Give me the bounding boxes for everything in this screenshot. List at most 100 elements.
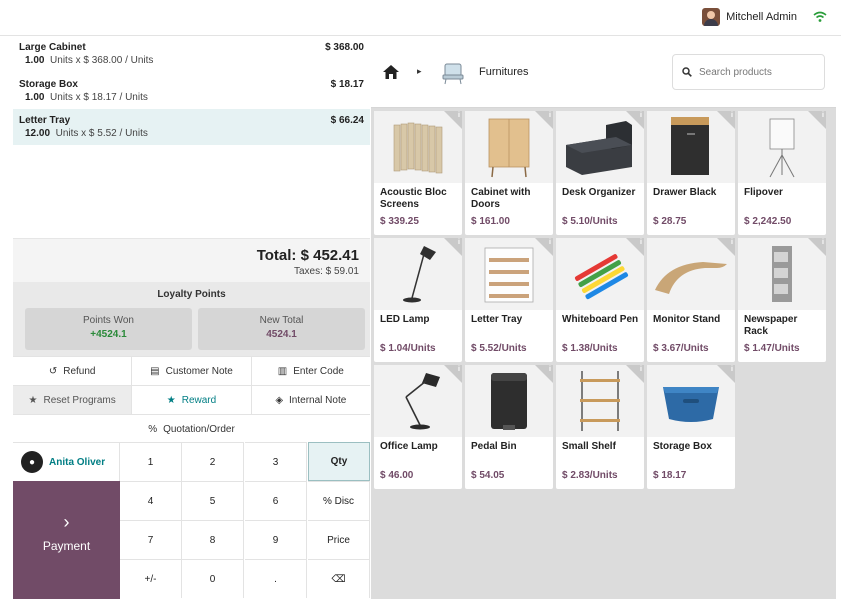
- numpad-key-backspace[interactable]: ⌫: [308, 559, 370, 598]
- info-icon[interactable]: i: [458, 366, 460, 373]
- numpad-key-disc[interactable]: % Disc: [308, 481, 370, 520]
- numpad-key-decimal[interactable]: .: [245, 559, 307, 598]
- search-box[interactable]: [672, 54, 825, 90]
- product-card[interactable]: i Small Shelf $ 2.83/Units: [556, 365, 644, 489]
- info-icon[interactable]: i: [458, 239, 460, 246]
- numpad-key-9[interactable]: 9: [245, 520, 307, 559]
- line-price: $ 368.00: [325, 42, 364, 53]
- product-card[interactable]: i Acoustic Bloc Screens $ 339.25: [374, 111, 462, 235]
- numpad-key-6[interactable]: 6: [245, 481, 307, 520]
- product-card[interactable]: i Pedal Bin $ 54.05: [465, 365, 553, 489]
- points-won-label: Points Won: [83, 315, 134, 326]
- search-input[interactable]: [699, 66, 809, 78]
- info-icon[interactable]: i: [640, 239, 642, 246]
- product-card[interactable]: i Whiteboard Pen $ 1.38/Units: [556, 238, 644, 362]
- product-price: $ 54.05: [471, 470, 505, 481]
- order-line[interactable]: Large Cabinet $ 368.00 1.00 Units x $ 36…: [13, 36, 370, 72]
- product-name: Storage Box: [653, 441, 712, 452]
- order-line[interactable]: Storage Box $ 18.17 1.00 Units x $ 18.17…: [13, 73, 370, 109]
- info-icon[interactable]: i: [549, 239, 551, 246]
- new-total-value: 4524.1: [266, 329, 297, 340]
- new-total-box: New Total 4524.1: [198, 308, 365, 350]
- product-price: $ 46.00: [380, 470, 414, 481]
- line-unit-detail: Units x $ 368.00 / Units: [50, 55, 154, 66]
- numpad-key-4[interactable]: 4: [120, 481, 182, 520]
- numpad-key-1[interactable]: 1: [120, 442, 182, 481]
- enter-code-button[interactable]: ▥ Enter Code: [251, 357, 370, 385]
- user-menu[interactable]: Mitchell Admin: [702, 8, 827, 26]
- product-card[interactable]: i Cabinet with Doors $ 161.00: [465, 111, 553, 235]
- category-name[interactable]: Furnitures: [479, 66, 529, 78]
- user-avatar: [702, 8, 721, 26]
- numpad-key-qty[interactable]: Qty: [308, 442, 370, 481]
- numpad-key-5[interactable]: 5: [182, 481, 244, 520]
- home-icon[interactable]: [382, 64, 400, 80]
- reset-programs-button[interactable]: ★ Reset Programs: [13, 386, 133, 414]
- wifi-icon: [813, 11, 827, 22]
- info-icon[interactable]: i: [640, 366, 642, 373]
- line-qty: 1.00: [25, 55, 45, 66]
- info-icon[interactable]: i: [822, 239, 824, 246]
- product-card[interactable]: i Storage Box $ 18.17: [647, 365, 735, 489]
- numpad-key-7[interactable]: 7: [120, 520, 182, 559]
- enter-code-label: Enter Code: [293, 365, 344, 377]
- percent-icon: %: [148, 423, 158, 435]
- customer-note-button[interactable]: ▤ Customer Note: [132, 357, 252, 385]
- line-product-name: Letter Tray: [19, 115, 71, 126]
- payment-label: Payment: [42, 539, 91, 553]
- numpad-key-3[interactable]: 3: [245, 442, 307, 481]
- order-line-selected[interactable]: Letter Tray $ 66.24 12.00 Units x $ 5.52…: [13, 109, 370, 145]
- product-card[interactable]: i Monitor Stand $ 3.67/Units: [647, 238, 735, 362]
- product-price: $ 1.04/Units: [380, 343, 436, 354]
- info-icon[interactable]: i: [822, 112, 824, 119]
- product-card[interactable]: i Desk Organizer $ 5.10/Units: [556, 111, 644, 235]
- product-card[interactable]: i Flipover $ 2,242.50: [738, 111, 826, 235]
- product-card[interactable]: i Drawer Black $ 28.75: [647, 111, 735, 235]
- product-name: Small Shelf: [562, 441, 616, 452]
- user-icon: ●: [21, 451, 43, 473]
- control-row-3: % Quotation/Order: [13, 414, 370, 443]
- product-price: $ 1.47/Units: [744, 343, 800, 354]
- info-icon[interactable]: i: [731, 366, 733, 373]
- internal-note-button[interactable]: ◈ Internal Note: [251, 386, 370, 414]
- product-name: LED Lamp: [380, 314, 430, 325]
- line-unit-detail: Units x $ 18.17 / Units: [50, 92, 148, 103]
- info-icon[interactable]: i: [458, 112, 460, 119]
- reward-label: Reward: [181, 394, 217, 406]
- product-price: $ 3.67/Units: [653, 343, 709, 354]
- info-icon[interactable]: i: [549, 366, 551, 373]
- info-icon[interactable]: i: [731, 112, 733, 119]
- product-name: Drawer Black: [653, 187, 717, 198]
- line-unit-detail: Units x $ 5.52 / Units: [55, 128, 148, 139]
- product-card[interactable]: i Newspaper Rack $ 1.47/Units: [738, 238, 826, 362]
- product-name: Cabinet with Doors: [471, 187, 531, 210]
- info-icon[interactable]: i: [640, 112, 642, 119]
- numpad-key-price[interactable]: Price: [308, 520, 370, 559]
- product-price: $ 339.25: [380, 216, 419, 227]
- numpad-key-plus-minus[interactable]: +/-: [120, 559, 182, 598]
- star-icon: ★: [28, 394, 38, 406]
- user-name: Mitchell Admin: [726, 11, 797, 23]
- control-row-1: ↺ Refund ▤ Customer Note ▥ Enter Code: [13, 356, 370, 385]
- payment-button[interactable]: › Payment: [13, 481, 120, 599]
- customer-button[interactable]: ● Anita Oliver: [13, 442, 120, 481]
- product-card[interactable]: i LED Lamp $ 1.04/Units: [374, 238, 462, 362]
- order-total: Total: $ 452.41: [256, 247, 359, 264]
- points-won-value: +4524.1: [90, 329, 127, 340]
- line-detail: 12.00 Units x $ 5.52 / Units: [25, 128, 364, 139]
- info-icon[interactable]: i: [731, 239, 733, 246]
- product-price: $ 2.83/Units: [562, 470, 618, 481]
- refund-button[interactable]: ↺ Refund: [13, 357, 133, 385]
- numpad-key-2[interactable]: 2: [182, 442, 244, 481]
- product-price: $ 1.38/Units: [562, 343, 618, 354]
- product-card[interactable]: i Letter Tray $ 5.52/Units: [465, 238, 553, 362]
- chevron-right-icon: ▸: [417, 66, 422, 76]
- info-icon[interactable]: i: [549, 112, 551, 119]
- numpad-key-8[interactable]: 8: [182, 520, 244, 559]
- product-price: $ 5.52/Units: [471, 343, 527, 354]
- reset-programs-label: Reset Programs: [43, 394, 116, 406]
- product-card[interactable]: i Office Lamp $ 46.00: [374, 365, 462, 489]
- numpad-key-0[interactable]: 0: [182, 559, 244, 598]
- reward-button[interactable]: ★ Reward: [132, 386, 252, 414]
- quotation-order-button[interactable]: % Quotation/Order: [13, 415, 370, 443]
